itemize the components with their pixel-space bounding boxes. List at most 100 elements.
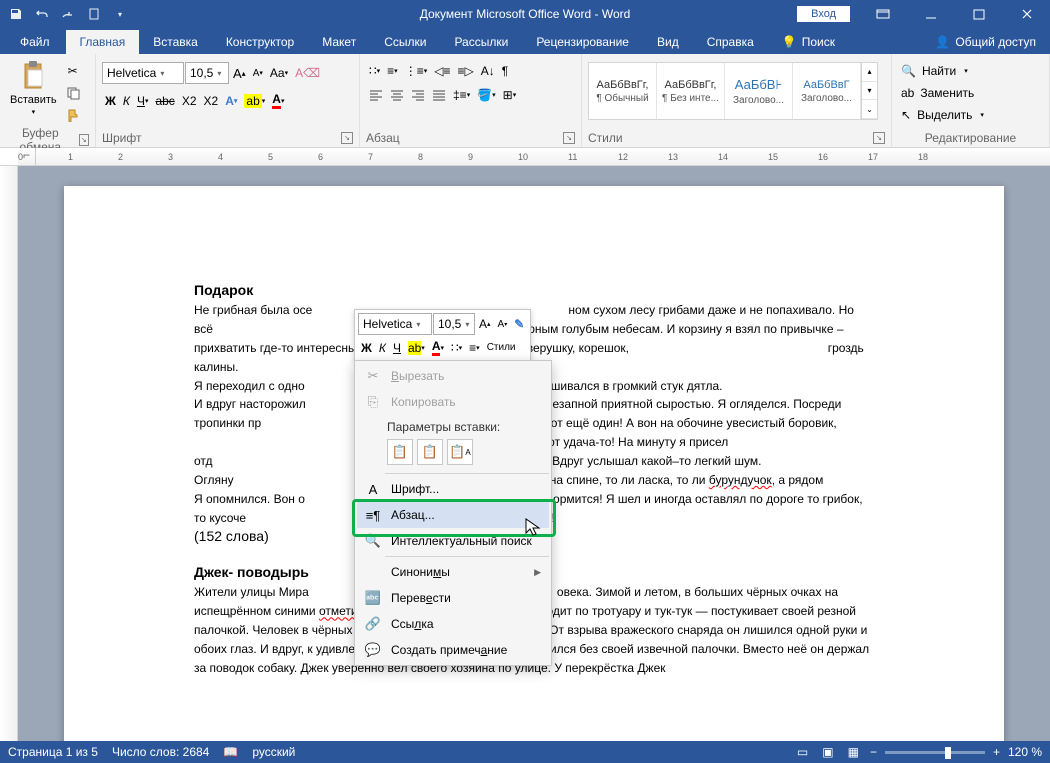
style-normal[interactable]: АаБбВвГг,¶ Обычный xyxy=(589,63,657,119)
paste-keep-source[interactable]: 📋 xyxy=(387,439,413,465)
multilevel-button[interactable]: ⋮≡▾ xyxy=(402,62,431,80)
change-case-button[interactable]: Aa▾ xyxy=(267,64,291,82)
grow-font-button[interactable]: A▴ xyxy=(230,64,249,83)
shrink-font-button[interactable]: A▾ xyxy=(250,66,266,81)
clipboard-launcher[interactable]: ↘ xyxy=(79,134,89,146)
font-name-combo[interactable]: Helvetica▾ xyxy=(102,62,184,84)
mini-bullets[interactable]: ∷▾ xyxy=(448,339,465,357)
tab-layout[interactable]: Макет xyxy=(308,30,370,54)
ctx-link[interactable]: 🔗Ссылка xyxy=(357,611,549,637)
mini-italic[interactable]: К xyxy=(376,339,389,357)
mini-grow-font[interactable]: A▴ xyxy=(476,315,494,333)
find-button[interactable]: 🔍Найти▾ xyxy=(898,62,1043,80)
clear-format-button[interactable]: A⌫ xyxy=(292,64,323,82)
ctx-font[interactable]: AШрифт... xyxy=(357,476,549,502)
bullets-button[interactable]: ∷▾ xyxy=(366,62,383,80)
read-mode-icon[interactable]: ▭ xyxy=(794,743,811,761)
styles-down[interactable]: ▾ xyxy=(862,82,877,101)
ctx-paragraph[interactable]: ≡¶Абзац... xyxy=(357,502,549,528)
share-button[interactable]: 👤Общий доступ xyxy=(921,30,1050,54)
mini-highlight[interactable]: ab▾ xyxy=(405,339,428,357)
justify-button[interactable] xyxy=(429,87,449,103)
superscript-button[interactable]: X2 xyxy=(201,92,222,110)
font-size-combo[interactable]: 10,5▾ xyxy=(185,62,229,84)
ctx-smartlookup[interactable]: 🔍Интеллектуальный поиск xyxy=(357,528,549,554)
save-icon[interactable] xyxy=(8,6,24,22)
tab-mailings[interactable]: Рассылки xyxy=(440,30,522,54)
font-launcher[interactable]: ↘ xyxy=(341,132,353,144)
strike-button[interactable]: abc xyxy=(152,92,177,110)
copy-button[interactable] xyxy=(63,84,83,102)
qat-more-icon[interactable]: ▾ xyxy=(112,6,128,22)
tab-file[interactable]: Файл xyxy=(4,30,66,54)
print-layout-icon[interactable]: ▣ xyxy=(819,743,836,761)
undo-icon[interactable] xyxy=(34,6,50,22)
decrease-indent-button[interactable]: ◁≡ xyxy=(431,62,453,80)
ctx-comment[interactable]: 💬Создать примечание xyxy=(357,637,549,663)
style-heading1[interactable]: АаБбВ⊦Заголово... xyxy=(725,63,793,119)
zoom-out-button[interactable]: − xyxy=(870,745,877,759)
tab-view[interactable]: Вид xyxy=(643,30,693,54)
tab-help[interactable]: Справка xyxy=(693,30,768,54)
styles-up[interactable]: ▴ xyxy=(862,63,877,82)
tab-insert[interactable]: Вставка xyxy=(139,30,212,54)
select-button[interactable]: ↖Выделить▾ xyxy=(898,106,1043,124)
paragraph-launcher[interactable]: ↘ xyxy=(563,132,575,144)
show-marks-button[interactable]: ¶ xyxy=(499,62,511,80)
spellcheck-icon[interactable]: 📖 xyxy=(223,745,238,759)
styles-gallery[interactable]: АаБбВвГг,¶ Обычный АаБбВвГг,¶ Без инте..… xyxy=(588,62,878,120)
style-nospacing[interactable]: АаБбВвГг,¶ Без инте... xyxy=(657,63,725,119)
subscript-button[interactable]: X2 xyxy=(179,92,200,110)
ctx-synonyms[interactable]: Синонимы▶ xyxy=(357,559,549,585)
styles-launcher[interactable]: ↘ xyxy=(873,132,885,144)
minimize-icon[interactable] xyxy=(908,0,954,28)
new-doc-icon[interactable] xyxy=(86,6,102,22)
increase-indent-button[interactable]: ≡▷ xyxy=(454,62,476,80)
format-painter-button[interactable] xyxy=(63,106,83,124)
word-count[interactable]: Число слов: 2684 xyxy=(112,745,209,759)
align-right-button[interactable] xyxy=(408,87,428,103)
mini-bold[interactable]: Ж xyxy=(358,339,375,357)
replace-button[interactable]: abЗаменить xyxy=(898,84,1043,102)
paste-merge[interactable]: 📋 xyxy=(417,439,443,465)
bold-button[interactable]: Ж xyxy=(102,92,119,110)
ctx-translate[interactable]: 🔤Перевести xyxy=(357,585,549,611)
align-center-button[interactable] xyxy=(387,87,407,103)
maximize-icon[interactable] xyxy=(956,0,1002,28)
shading-button[interactable]: 🪣▾ xyxy=(474,86,498,104)
mini-font-color[interactable]: A▾ xyxy=(429,337,447,358)
tab-home[interactable]: Главная xyxy=(66,30,140,54)
tab-search[interactable]: 💡Поиск xyxy=(768,30,849,54)
styles-more[interactable]: ⌄ xyxy=(862,100,877,119)
cut-button[interactable]: ✂ xyxy=(63,62,83,80)
mini-styles[interactable]: Стили xyxy=(484,340,519,355)
ruler-vertical[interactable] xyxy=(0,166,18,741)
zoom-in-button[interactable]: + xyxy=(993,745,1000,759)
mini-underline[interactable]: Ч xyxy=(390,339,404,357)
mini-font-combo[interactable]: Helvetica▾ xyxy=(358,313,432,335)
tab-references[interactable]: Ссылки xyxy=(370,30,440,54)
align-left-button[interactable] xyxy=(366,87,386,103)
zoom-slider[interactable] xyxy=(885,751,985,754)
numbering-button[interactable]: ≡▾ xyxy=(384,62,401,80)
text-effects-button[interactable]: A▾ xyxy=(222,92,240,110)
paste-text-only[interactable]: 📋A xyxy=(447,439,473,465)
web-layout-icon[interactable]: ▦ xyxy=(845,743,862,761)
ribbon-options-icon[interactable] xyxy=(860,0,906,28)
line-spacing-button[interactable]: ‡≡▾ xyxy=(450,86,473,104)
ruler-horizontal[interactable]: ⌐ 0123456789101112131415161718 xyxy=(0,148,1050,166)
underline-button[interactable]: Ч▾ xyxy=(134,92,152,110)
tab-design[interactable]: Конструктор xyxy=(212,30,308,54)
page-indicator[interactable]: Страница 1 из 5 xyxy=(8,745,98,759)
font-color-button[interactable]: A▾ xyxy=(269,90,287,111)
highlight-button[interactable]: ab▾ xyxy=(241,92,268,110)
login-button[interactable]: Вход xyxy=(797,6,850,22)
mini-size-combo[interactable]: 10,5▾ xyxy=(433,313,475,335)
redo-icon[interactable] xyxy=(60,6,76,22)
sort-button[interactable]: A↓ xyxy=(478,62,498,80)
mini-format-painter[interactable]: ✎ xyxy=(511,315,527,333)
italic-button[interactable]: К xyxy=(120,92,133,110)
close-icon[interactable] xyxy=(1004,0,1050,28)
zoom-level[interactable]: 120 % xyxy=(1008,745,1042,759)
paste-button[interactable]: Вставить ▾ xyxy=(6,58,61,118)
